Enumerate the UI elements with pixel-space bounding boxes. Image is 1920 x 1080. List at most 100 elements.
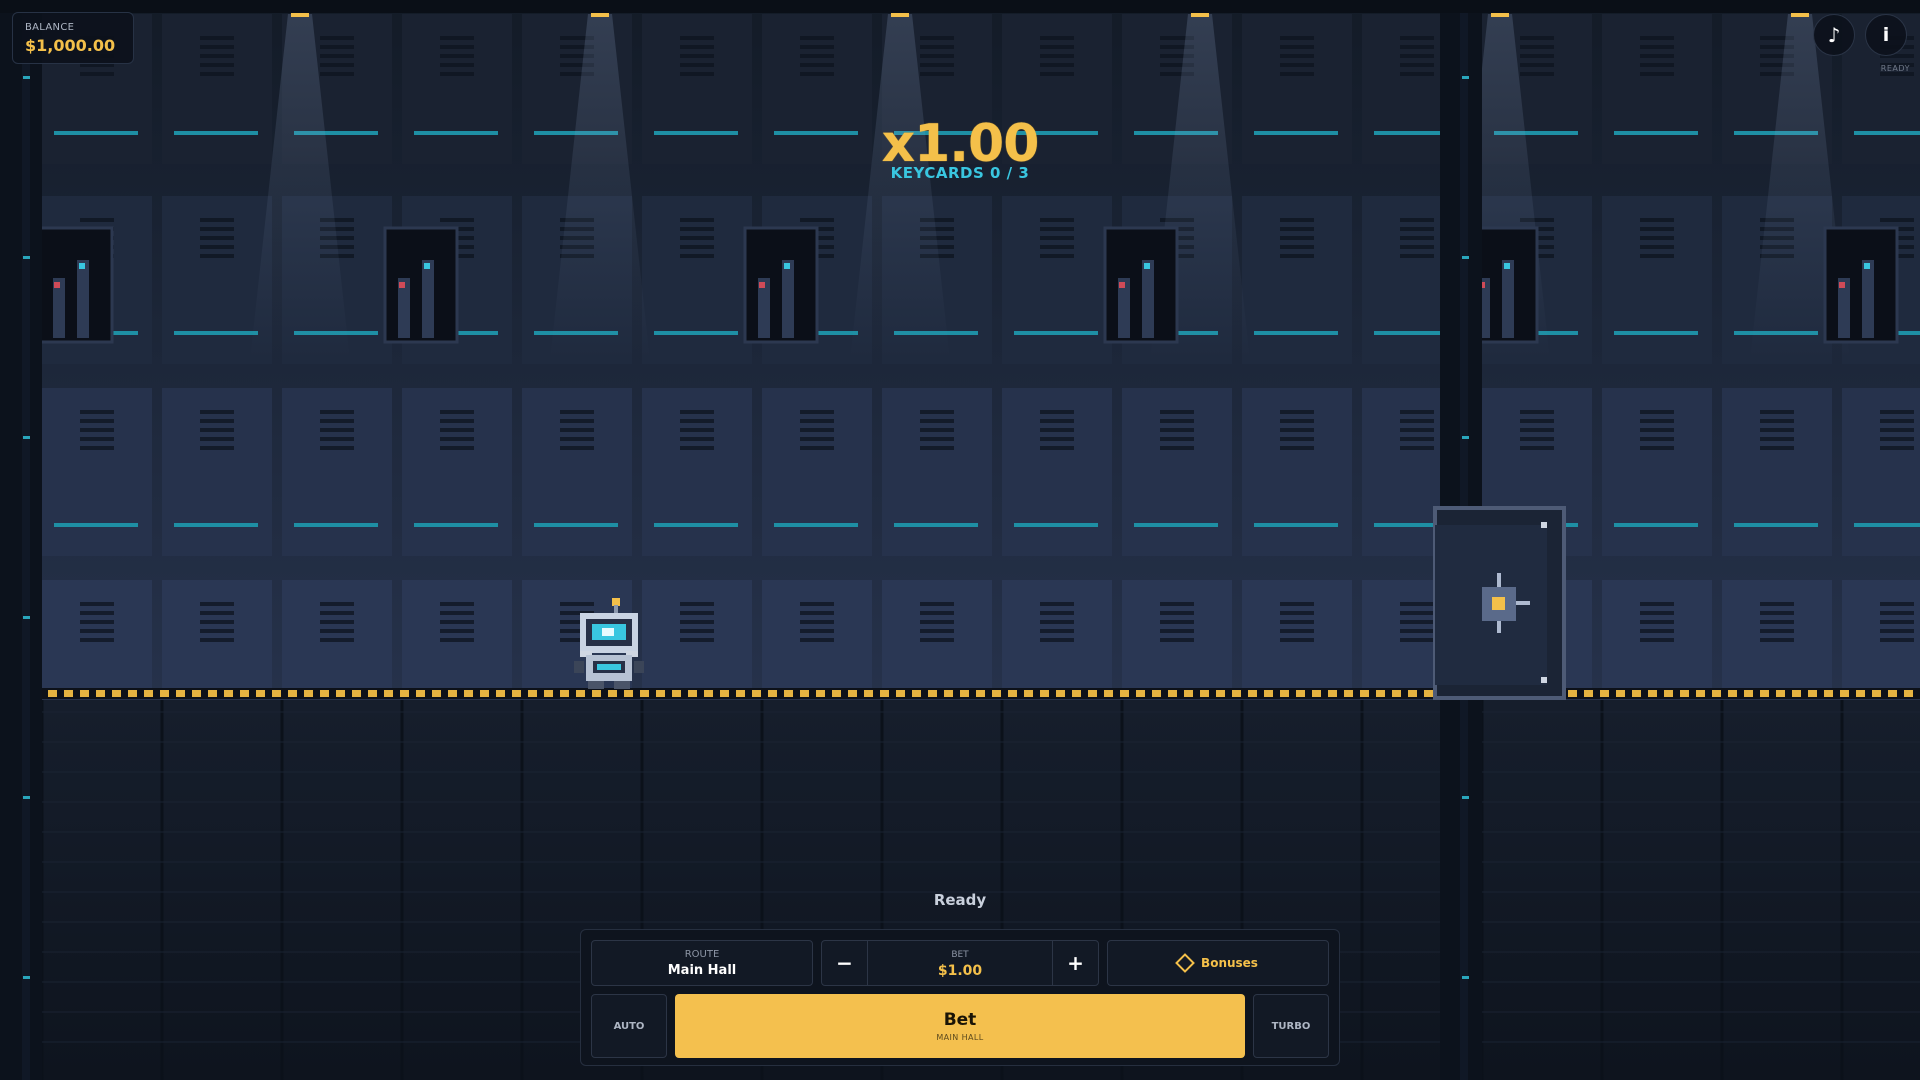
cyan-strip — [54, 523, 138, 527]
vent-slot — [680, 54, 714, 58]
hazard-dash — [64, 690, 73, 697]
hazard-dash — [1408, 690, 1417, 697]
vent-slot — [1400, 227, 1434, 231]
vent-slot — [80, 72, 114, 76]
route-selector[interactable]: ROUTE Main Hall — [591, 940, 813, 986]
vent-slot — [1760, 446, 1794, 450]
vent-slot — [1880, 446, 1914, 450]
balance-value: $1,000.00 — [25, 36, 116, 55]
music-button[interactable]: ♪ — [1813, 14, 1855, 56]
hazard-dash — [1056, 690, 1065, 697]
vent-slot — [1160, 611, 1194, 615]
info-button[interactable]: i — [1865, 14, 1907, 56]
vent-slot — [440, 72, 474, 76]
vent-slot — [80, 611, 114, 615]
vent-slot — [1520, 428, 1554, 432]
hazard-dash — [384, 690, 393, 697]
vent-slot — [1040, 63, 1074, 67]
vent-slot — [80, 218, 114, 222]
hazard-dash — [912, 690, 921, 697]
vent-slot — [1400, 245, 1434, 249]
vent-slot — [200, 254, 234, 258]
vent-slot — [80, 419, 114, 423]
hazard-dash — [304, 690, 313, 697]
vent-slot — [1520, 437, 1554, 441]
vent-slot — [1160, 428, 1194, 432]
vent-slot — [1640, 428, 1674, 432]
ceiling-lamp — [291, 13, 309, 17]
vent-slot — [1640, 638, 1674, 642]
cyan-strip — [1014, 331, 1098, 335]
hazard-dash — [256, 690, 265, 697]
window-light — [399, 282, 405, 288]
vent-slot — [1520, 63, 1554, 67]
vent-slot — [1280, 254, 1314, 258]
vent-slot — [1040, 410, 1074, 414]
hazard-dash — [1296, 690, 1305, 697]
hazard-dash — [1264, 690, 1273, 697]
left-pillar — [0, 0, 42, 1080]
auto-button[interactable]: AUTO — [591, 994, 667, 1058]
vent-slot — [320, 446, 354, 450]
vent-slot — [80, 629, 114, 633]
vent-slot — [1880, 638, 1914, 642]
cyan-strip — [1854, 131, 1920, 135]
vent-slot — [1640, 620, 1674, 624]
vent-slot — [200, 218, 234, 222]
cyan-strip — [654, 131, 738, 135]
vent-slot — [1400, 446, 1434, 450]
bet-button[interactable]: Bet MAIN HALL — [675, 994, 1245, 1058]
vent-slot — [800, 437, 834, 441]
vent-slot — [800, 45, 834, 49]
turbo-button[interactable]: TURBO — [1253, 994, 1329, 1058]
vent-slot — [1400, 410, 1434, 414]
vent-slot — [200, 428, 234, 432]
pillar-light — [23, 616, 30, 619]
vent-slot — [200, 245, 234, 249]
increase-bet-button[interactable]: + — [1052, 941, 1098, 985]
bonuses-button[interactable]: Bonuses — [1107, 940, 1329, 986]
window-bar — [77, 260, 89, 338]
vent-slot — [80, 602, 114, 606]
hazard-dash — [1392, 690, 1401, 697]
hazard-dash — [1632, 690, 1641, 697]
cyan-strip — [174, 331, 258, 335]
hazard-dash — [1104, 690, 1113, 697]
vent-slot — [1760, 611, 1794, 615]
vent-slot — [1760, 629, 1794, 633]
hazard-dash — [640, 690, 649, 697]
vent-slot — [1640, 236, 1674, 240]
info-icon: i — [1882, 24, 1890, 46]
hazard-dash — [896, 690, 905, 697]
vent-slot — [1520, 446, 1554, 450]
cyan-strip — [894, 523, 978, 527]
cyan-strip — [1014, 523, 1098, 527]
vent-slot — [800, 63, 834, 67]
vent-slot — [920, 410, 954, 414]
hazard-dash — [1088, 690, 1097, 697]
hazard-dash — [736, 690, 745, 697]
vent-slot — [1400, 638, 1434, 642]
decrease-bet-button[interactable]: − — [822, 941, 868, 985]
cyan-strip — [174, 131, 258, 135]
window-frame — [38, 226, 114, 344]
window-bar — [1862, 260, 1874, 338]
hazard-dash — [1728, 690, 1737, 697]
vent-slot — [1160, 620, 1194, 624]
hazard-dash — [128, 690, 137, 697]
vent-slot — [680, 620, 714, 624]
hazard-dash — [880, 690, 889, 697]
bet-stepper: − BET $1.00 + — [821, 940, 1099, 986]
vent-slot — [1040, 602, 1074, 606]
hazard-dash — [992, 690, 1001, 697]
keycards-counter: KEYCARDS 0 / 3 — [890, 164, 1030, 182]
hazard-dash — [1792, 690, 1801, 697]
ceiling-lamp — [891, 13, 909, 17]
hazard-dash — [1840, 690, 1849, 697]
vent-slot — [320, 419, 354, 423]
vent-slot — [680, 236, 714, 240]
vent-slot — [1640, 629, 1674, 633]
window-frame — [743, 226, 819, 344]
hazard-dash — [720, 690, 729, 697]
vent-slot — [680, 446, 714, 450]
